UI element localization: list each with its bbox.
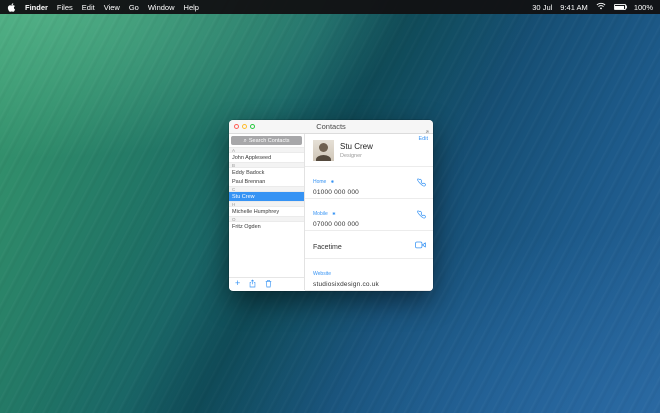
menu-item-window[interactable]: Window (148, 3, 175, 12)
minimize-button[interactable] (242, 124, 247, 129)
mobile-phone-value: 07000 000 000 (313, 220, 359, 228)
search-placeholder: Search Contacts (248, 137, 290, 144)
battery-icon[interactable] (613, 4, 626, 10)
share-icon[interactable] (249, 275, 256, 291)
sidebar-toolbar: + (229, 277, 304, 290)
battery-percent[interactable]: 100% (634, 3, 653, 12)
home-phone-value: 01000 000 000 (313, 188, 359, 196)
website-value[interactable]: studiosixdesign.co.uk (313, 281, 425, 288)
field-row-home: Home ✱ 01000 000 000 (305, 167, 433, 199)
list-item[interactable]: Eddy Badock (229, 168, 304, 177)
list-item[interactable]: John Appleseed (229, 153, 304, 162)
favorite-star-icon: ✱ (332, 210, 336, 216)
search-input[interactable]: ⌕ Search Contacts (231, 136, 302, 145)
menu-item-view[interactable]: View (104, 3, 120, 12)
add-contact-button[interactable]: + (235, 279, 240, 288)
video-camera-icon[interactable] (415, 241, 426, 249)
field-row-facetime: Facetime (305, 231, 433, 259)
contact-photo[interactable] (313, 140, 334, 161)
phone-icon[interactable] (417, 210, 426, 219)
menu-item-finder[interactable]: Finder (25, 3, 48, 12)
zoom-button[interactable] (250, 124, 255, 129)
menu-item-help[interactable]: Help (184, 3, 199, 12)
menu-item-go[interactable]: Go (129, 3, 139, 12)
contact-list: A John Appleseed B Eddy Badock Paul Bren… (229, 147, 304, 277)
close-button[interactable] (234, 124, 239, 129)
menu-bar: Finder Files Edit View Go Window Help 30… (0, 0, 660, 14)
search-icon: ⌕ (243, 137, 247, 144)
contacts-sidebar: ⌕ Search Contacts A John Appleseed B Edd… (229, 134, 305, 290)
home-label: Home (313, 178, 327, 185)
window-titlebar[interactable]: Contacts (229, 120, 433, 137)
mobile-label: Mobile (313, 210, 328, 217)
contact-name: Stu Crew (340, 142, 373, 152)
favorite-star-icon: ✱ (330, 178, 335, 184)
menu-clock[interactable]: 9:41 AM (560, 3, 588, 12)
website-label: Website (313, 270, 331, 277)
apple-menu-icon[interactable] (7, 2, 16, 13)
field-row-website: Website studiosixdesign.co.uk (305, 259, 433, 291)
traffic-lights (229, 124, 255, 129)
contact-header: Stu Crew Designer (305, 134, 433, 166)
window-title: Contacts (316, 122, 346, 131)
contacts-window: Contacts ⌕ Search Contacts A John Apples… (229, 120, 433, 291)
contact-role: Designer (340, 152, 363, 159)
field-row-mobile: Mobile ✱ 07000 000 000 (305, 199, 433, 231)
wifi-icon[interactable] (596, 2, 606, 12)
edit-button[interactable]: Edit (419, 136, 428, 142)
list-item[interactable]: Paul Brennan (229, 177, 304, 186)
phone-icon[interactable] (417, 178, 426, 187)
contact-detail-pane: Edit Stu Crew Designer Home ✱ 01000 000 … (305, 134, 433, 291)
trash-icon[interactable] (265, 275, 272, 291)
list-item[interactable]: Michelle Humphrey (229, 207, 304, 216)
menu-item-files[interactable]: Files (57, 3, 73, 12)
list-item-selected[interactable]: Stu Crew (229, 192, 304, 201)
menu-date[interactable]: 30 Jul (532, 3, 552, 12)
menu-item-edit[interactable]: Edit (82, 3, 95, 12)
facetime-label: Facetime (313, 243, 342, 251)
list-item[interactable]: Fritz Ogden (229, 222, 304, 231)
